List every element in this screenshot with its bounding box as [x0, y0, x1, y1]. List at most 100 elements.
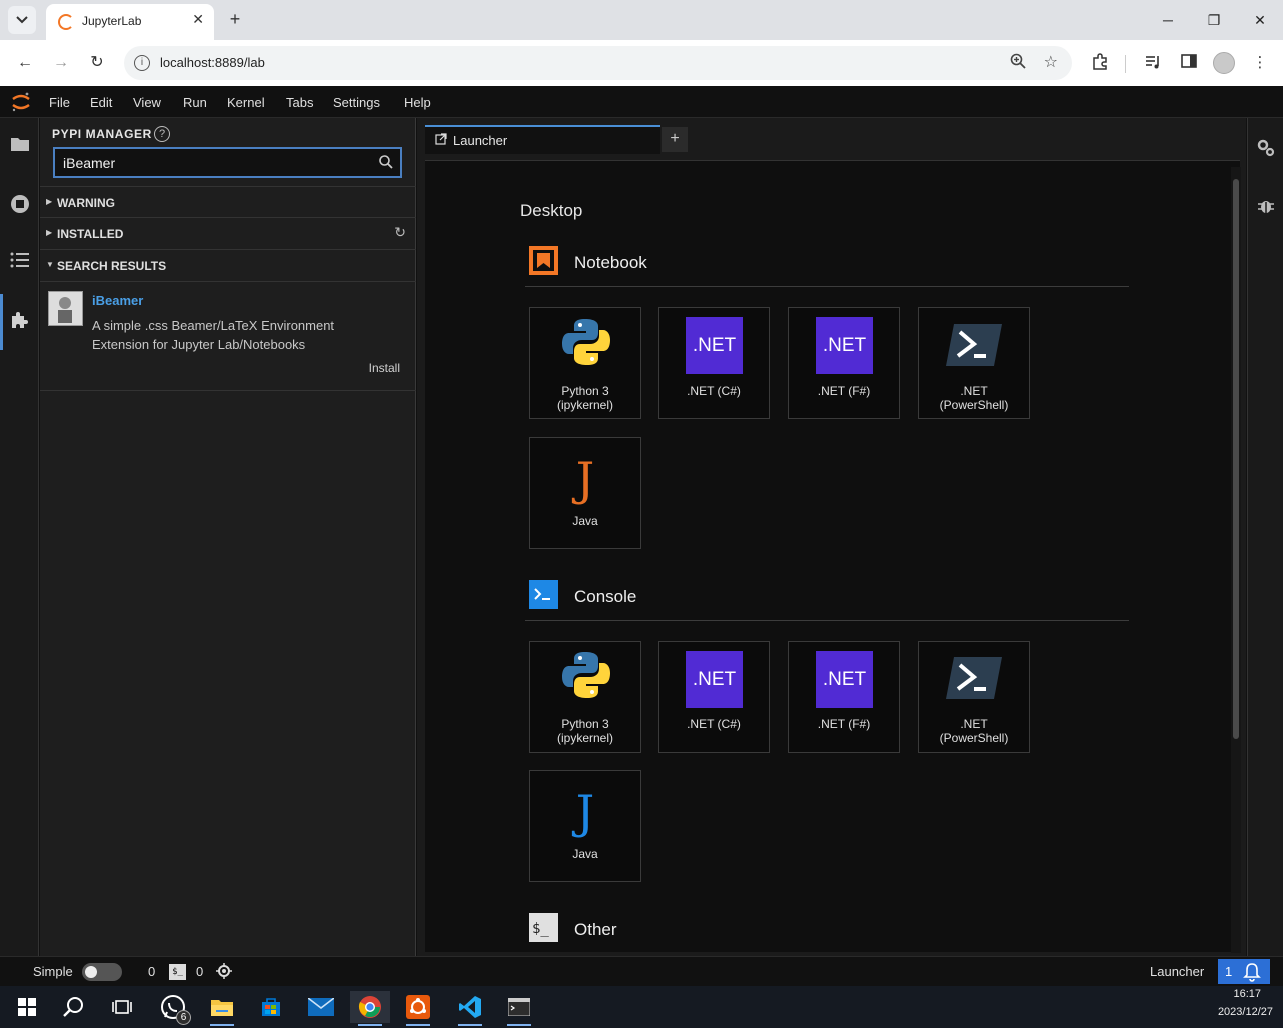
zoom-icon[interactable]	[1010, 53, 1026, 73]
java-logo-icon: J	[575, 452, 595, 506]
table-of-contents-icon[interactable]	[9, 252, 31, 274]
card-sublabel: (ipykernel)	[556, 398, 613, 412]
card-label: .NET (C#)	[687, 384, 741, 398]
bookmark-star-icon[interactable]: ☆	[1044, 52, 1058, 72]
menu-view[interactable]: View	[133, 95, 161, 110]
notifications-button[interactable]: 1	[1218, 959, 1270, 984]
card-label: .NET (C#)	[687, 717, 741, 731]
tab-search-button[interactable]	[8, 6, 36, 34]
reload-button[interactable]: ↻	[85, 51, 109, 75]
section-label: WARNING	[57, 196, 115, 210]
profile-avatar[interactable]	[1213, 52, 1235, 74]
console-icon	[529, 580, 558, 609]
chrome-icon[interactable]	[350, 991, 390, 1026]
section-divider	[525, 286, 1129, 287]
browser-menu-icon[interactable]: ⋮	[1250, 53, 1270, 73]
extension-manager-icon[interactable]	[9, 310, 31, 332]
kernel-status-icon[interactable]	[216, 963, 232, 979]
mail-icon[interactable]	[303, 991, 339, 1023]
package-search-input[interactable]	[55, 149, 375, 176]
left-activity-bar	[0, 118, 39, 956]
section-search-results[interactable]: ▼ SEARCH RESULTS	[40, 249, 416, 280]
console-dotnet-csharp-card[interactable]: .NET .NET (C#)	[658, 641, 770, 753]
current-tab-label: Launcher	[1150, 964, 1205, 979]
launcher-panel: Desktop Notebook Python 3 (ipykernel) .N…	[425, 160, 1241, 953]
toolbar-divider	[1125, 55, 1126, 73]
browser-tab-title: JupyterLab	[82, 14, 142, 28]
notebook-java-card[interactable]: J Java	[529, 437, 641, 549]
vscode-icon[interactable]	[452, 991, 488, 1026]
install-button[interactable]: Install	[369, 361, 400, 375]
menu-help[interactable]: Help	[404, 95, 431, 110]
extensions-icon[interactable]	[1090, 53, 1110, 73]
new-launcher-button[interactable]: +	[662, 127, 688, 152]
terminal-icon[interactable]: $_	[169, 964, 186, 980]
notebook-dotnet-powershell-card[interactable]: .NET (PowerShell)	[918, 307, 1030, 419]
clock-date[interactable]: 2023/12/27	[1218, 1006, 1273, 1018]
restore-button[interactable]: ❐	[1202, 8, 1226, 32]
jupyter-favicon-icon	[58, 14, 74, 30]
kernels-count[interactable]: 0	[148, 964, 155, 979]
console-java-card[interactable]: J Java	[529, 770, 641, 882]
notebook-icon	[529, 246, 558, 275]
jupyter-app-icon[interactable]	[400, 991, 436, 1026]
menu-tabs[interactable]: Tabs	[286, 95, 313, 110]
simple-mode-toggle[interactable]	[82, 963, 122, 981]
help-icon[interactable]: ?	[154, 126, 170, 142]
back-button[interactable]: ←	[13, 51, 37, 75]
terminals-count[interactable]: 0	[196, 964, 203, 979]
package-search-box	[53, 147, 402, 178]
property-inspector-icon[interactable]	[1256, 138, 1276, 158]
microsoft-store-icon[interactable]	[253, 991, 289, 1023]
notebook-python3-card[interactable]: Python 3 (ipykernel)	[529, 307, 641, 419]
card-label: Python 3	[561, 384, 609, 398]
notebook-dotnet-fsharp-card[interactable]: .NET .NET (F#)	[788, 307, 900, 419]
debugger-bug-icon[interactable]	[1256, 196, 1276, 216]
card-label: .NET (F#)	[817, 717, 871, 731]
side-panel-icon[interactable]	[1179, 53, 1199, 73]
console-section-header: Console	[525, 578, 1129, 621]
menu-run[interactable]: Run	[183, 95, 207, 110]
section-warning[interactable]: ▶ WARNING	[40, 186, 416, 217]
jupyter-logo-icon	[12, 92, 30, 112]
tab-launcher[interactable]: Launcher	[425, 125, 660, 154]
simple-mode-label: Simple	[33, 964, 73, 979]
refresh-icon[interactable]: ↻	[394, 224, 406, 241]
file-browser-icon[interactable]	[9, 136, 31, 158]
notebook-dotnet-csharp-card[interactable]: .NET .NET (C#)	[658, 307, 770, 419]
file-explorer-icon[interactable]	[204, 991, 240, 1026]
menu-settings[interactable]: Settings	[333, 95, 380, 110]
media-control-icon[interactable]	[1143, 53, 1163, 73]
section-installed[interactable]: ▶ INSTALLED ↻	[40, 217, 416, 248]
browser-tab[interactable]: JupyterLab ✕	[46, 4, 214, 40]
launcher-scrollbar[interactable]	[1231, 167, 1241, 953]
new-tab-button[interactable]: +	[224, 8, 246, 30]
site-info-icon[interactable]: i	[134, 55, 150, 71]
whatsapp-icon[interactable]: 6	[155, 991, 191, 1025]
menu-edit[interactable]: Edit	[90, 95, 112, 110]
close-tab-icon[interactable]: ✕	[192, 11, 204, 28]
package-name-link[interactable]: iBeamer	[92, 293, 143, 308]
address-bar[interactable]: i localhost:8889/lab ☆	[124, 46, 1072, 80]
dotnet-logo-icon: .NET	[686, 651, 743, 708]
running-kernels-icon[interactable]	[9, 194, 31, 216]
console-dotnet-powershell-card[interactable]: .NET (PowerShell)	[918, 641, 1030, 753]
task-view-icon[interactable]	[104, 991, 140, 1023]
scrollbar-thumb[interactable]	[1233, 179, 1239, 739]
jupyter-menubar: File Edit View Run Kernel Tabs Settings …	[0, 86, 1283, 118]
card-label: .NET (F#)	[817, 384, 871, 398]
terminal-app-icon[interactable]	[501, 991, 537, 1026]
section-title: Console	[574, 587, 637, 606]
minimize-button[interactable]: ─	[1156, 8, 1180, 32]
start-windows-icon[interactable]	[9, 991, 45, 1023]
menu-kernel[interactable]: Kernel	[227, 95, 265, 110]
menu-file[interactable]: File	[49, 95, 70, 110]
search-taskbar-icon[interactable]	[56, 991, 92, 1023]
search-icon[interactable]	[378, 154, 394, 170]
console-dotnet-fsharp-card[interactable]: .NET .NET (F#)	[788, 641, 900, 753]
clock-time[interactable]: 16:17	[1233, 988, 1261, 1000]
close-window-button[interactable]: ✕	[1248, 8, 1272, 32]
forward-button[interactable]: →	[49, 51, 73, 75]
console-python3-card[interactable]: Python 3 (ipykernel)	[529, 641, 641, 753]
browser-tab-strip: JupyterLab ✕ + ─ ❐ ✕	[0, 0, 1283, 40]
